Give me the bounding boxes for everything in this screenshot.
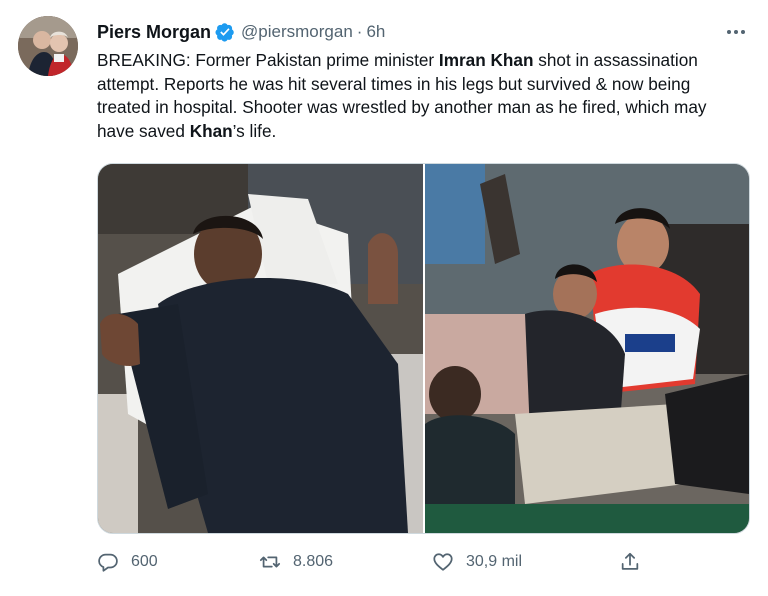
like-button[interactable]: 30,9 mil — [432, 548, 522, 576]
tweet-text-bold: Khan — [189, 120, 233, 141]
more-options-icon[interactable] — [724, 22, 748, 42]
reply-count: 600 — [131, 553, 158, 570]
tweet-header: Piers Morgan @piersmorgan · 6h — [97, 20, 385, 44]
tweet-text-run: BREAKING: Former Pakistan prime minister — [97, 50, 439, 70]
tweet-text: BREAKING: Former Pakistan prime minister… — [97, 49, 747, 143]
author-handle[interactable]: @piersmorgan — [241, 22, 353, 42]
verified-badge-icon — [215, 23, 234, 42]
like-count: 30,9 mil — [466, 553, 523, 570]
tweet-text-run: ’s life. — [232, 120, 277, 141]
reply-icon — [98, 553, 118, 572]
tweet-media[interactable] — [97, 163, 750, 534]
tweet-timestamp[interactable]: 6h — [366, 22, 385, 42]
header-separator: · — [356, 22, 363, 41]
tweet-card[interactable]: Piers Morgan @piersmorgan · 6h BREAKING:… — [0, 0, 768, 596]
retweet-icon — [259, 556, 281, 568]
retweet-button[interactable]: 8.806 — [259, 548, 333, 576]
avatar[interactable] — [18, 16, 78, 76]
share-button[interactable] — [619, 548, 641, 576]
heart-icon — [433, 553, 453, 571]
share-icon — [621, 552, 639, 570]
media-photo-left[interactable] — [98, 164, 423, 533]
tweet-text-bold: Imran Khan — [438, 50, 534, 70]
media-photo-right[interactable] — [425, 164, 749, 533]
retweet-count: 8.806 — [293, 553, 334, 570]
reply-button[interactable]: 600 — [97, 548, 158, 576]
author-name[interactable]: Piers Morgan — [97, 22, 211, 43]
tweet-actions: 600 8.806 30,9 mil — [97, 548, 747, 576]
